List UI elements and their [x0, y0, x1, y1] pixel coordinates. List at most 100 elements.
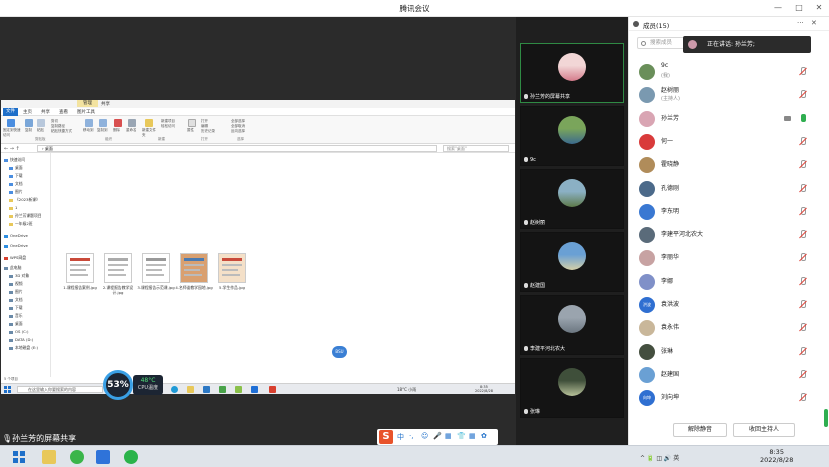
member-row[interactable]: 李丽华	[629, 247, 829, 269]
member-row[interactable]: 孙兰芳	[629, 108, 829, 130]
minimize-button[interactable]: —	[772, 2, 784, 14]
properties-icon[interactable]	[188, 119, 196, 127]
mic-muted-icon[interactable]	[799, 276, 806, 286]
ime-chinese-toggle[interactable]: 中	[397, 432, 404, 442]
app-icon[interactable]	[203, 386, 210, 393]
member-row[interactable]: 何一	[629, 131, 829, 153]
copy-icon[interactable]	[25, 119, 33, 127]
system-tray[interactable]: ^ 🔋 ◫ 🔊 英	[640, 453, 679, 462]
nav-item[interactable]: 一年级2班	[9, 221, 33, 227]
ime-voice-icon[interactable]: 🎤	[433, 432, 442, 440]
nav-item[interactable]: DATA (D:)	[9, 337, 33, 342]
mic-muted-icon[interactable]	[799, 253, 806, 262]
nav-item[interactable]: 图片	[9, 289, 23, 295]
nav-item[interactable]: 快速访问	[4, 157, 25, 163]
video-tile[interactable]: 李建平河北农大	[520, 295, 624, 355]
file-item[interactable]: 1.课程报告案例.jpg	[61, 253, 99, 290]
tab-share-context[interactable]: 共享	[101, 101, 110, 107]
invert-selection-label[interactable]: 反向选择	[231, 129, 245, 134]
file-item[interactable]: 4.名师谈教学园地.jpg	[175, 253, 213, 290]
nav-item[interactable]: OneDrive	[4, 243, 28, 248]
ime-punct-icon[interactable]: ·,	[409, 432, 413, 440]
member-row[interactable]: 袁永伟	[629, 317, 829, 339]
video-tile[interactable]: 孙兰芳的屏幕共享	[520, 43, 624, 103]
nav-item[interactable]: 《2023新课》	[9, 197, 40, 203]
file-item[interactable]: 2.课程报告教学设计.jpg	[99, 253, 137, 295]
app-icon[interactable]	[235, 386, 242, 393]
member-row[interactable]: 孔德刚	[629, 178, 829, 200]
video-tile[interactable]: 张琳	[520, 358, 624, 418]
back-icon[interactable]: ← → ↑	[4, 146, 20, 152]
nav-item[interactable]: 此电脑	[4, 265, 21, 271]
delete-icon[interactable]	[114, 119, 122, 127]
menu-home[interactable]: 主页	[23, 109, 32, 115]
move-to-icon[interactable]	[85, 119, 93, 127]
browser-icon[interactable]	[70, 450, 84, 464]
nav-item[interactable]: 文档	[9, 297, 23, 303]
nav-item[interactable]: 图片	[9, 189, 23, 195]
ime-skin-icon[interactable]: 👕	[457, 432, 466, 440]
paste-shortcut-label[interactable]: 粘贴快捷方式	[51, 129, 72, 134]
maximize-button[interactable]: □	[793, 2, 805, 14]
mic-muted-icon[interactable]	[799, 90, 806, 99]
reclaim-host-button[interactable]: 收回主持人	[733, 423, 795, 437]
file-item[interactable]: 3.课程报告示范课.jpg	[137, 253, 175, 290]
app-icon[interactable]	[219, 386, 226, 393]
edge-icon[interactable]	[171, 386, 178, 393]
mic-muted-icon[interactable]	[799, 393, 806, 402]
tab-manage[interactable]: 管理	[77, 100, 98, 107]
rename-icon[interactable]	[128, 119, 136, 127]
easy-access-label[interactable]: 轻松访问	[161, 124, 175, 129]
nav-item[interactable]: 文档	[9, 181, 23, 187]
nav-item[interactable]: 3D 对象	[9, 273, 29, 279]
nav-item[interactable]: 本地磁盘 (E:)	[9, 345, 38, 351]
more-options-icon[interactable]: ···	[797, 19, 804, 27]
sogou-icon[interactable]: S	[379, 430, 393, 444]
member-row[interactable]: 赵建国	[629, 364, 829, 386]
mic-muted-icon[interactable]	[799, 206, 806, 216]
nav-item[interactable]: OS (C:)	[9, 329, 29, 334]
paste-icon[interactable]	[37, 119, 45, 127]
ime-emoji-icon[interactable]: ☺	[421, 432, 428, 440]
mic-muted-icon[interactable]	[799, 230, 806, 239]
ime-toolbox-icon[interactable]: ▦	[469, 432, 476, 440]
windows-start-icon[interactable]	[4, 386, 11, 393]
mic-muted-icon[interactable]	[799, 183, 806, 193]
member-row[interactable]: 李建平河北农大	[629, 224, 829, 246]
nav-item[interactable]: 下载	[9, 305, 23, 311]
nav-item[interactable]: 下载	[9, 173, 23, 179]
file-explorer-icon[interactable]	[42, 450, 56, 464]
history-label[interactable]: 历史记录	[201, 129, 215, 134]
pin-icon[interactable]	[7, 119, 15, 127]
member-row[interactable]: 赵树丽 (主持人)	[629, 84, 829, 106]
wechat-icon[interactable]	[124, 450, 138, 464]
floating-bubble[interactable]: BSU	[332, 346, 347, 358]
ime-keyboard-icon[interactable]: ▦	[445, 432, 452, 440]
mic-muted-icon[interactable]	[799, 160, 806, 169]
mic-on-icon[interactable]	[799, 113, 806, 123]
wps-icon[interactable]	[269, 386, 276, 393]
nav-item[interactable]: OneDrive	[4, 233, 28, 238]
explorer-search-input[interactable]: 搜索"桌面"	[443, 145, 509, 152]
ime-more-icon[interactable]: ✿	[481, 432, 487, 440]
tencent-meeting-icon[interactable]	[96, 450, 110, 464]
members-scrollbar[interactable]	[824, 409, 828, 427]
video-tile[interactable]: 赵树丽	[520, 169, 624, 229]
nav-item[interactable]: 桌面	[9, 165, 23, 171]
ime-toolbar[interactable]: S 中 ·, ☺ 🎤 ▦ 👕 ▦ ✿	[377, 429, 498, 445]
menu-view[interactable]: 查看	[59, 109, 68, 115]
menu-picture-tools[interactable]: 图片工具	[77, 109, 95, 115]
member-row[interactable]: 李娜	[629, 271, 829, 293]
member-row[interactable]: 李东明	[629, 201, 829, 223]
mic-muted-icon[interactable]	[799, 323, 806, 332]
member-row[interactable]: 张琳	[629, 341, 829, 363]
video-tile[interactable]: 赵建国	[520, 232, 624, 292]
nav-item[interactable]: 孙兰芳课题项目	[9, 213, 42, 219]
copy-to-icon[interactable]	[99, 119, 107, 127]
video-tile[interactable]: 9c	[520, 106, 624, 166]
mic-muted-icon[interactable]	[799, 346, 806, 356]
menu-share[interactable]: 共享	[41, 109, 50, 115]
close-panel-icon[interactable]: ✕	[811, 19, 817, 27]
mic-muted-icon[interactable]	[799, 300, 806, 309]
camera-icon[interactable]	[784, 115, 791, 121]
